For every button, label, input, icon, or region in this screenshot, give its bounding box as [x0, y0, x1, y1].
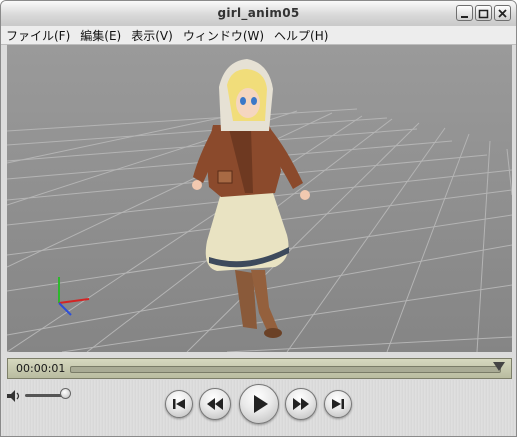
close-button[interactable]: [494, 5, 511, 21]
minimize-icon: [461, 16, 468, 18]
scene-render: [7, 45, 512, 352]
window-title: girl_anim05: [217, 6, 300, 20]
skip-to-start-icon: [173, 399, 185, 409]
close-icon: [498, 9, 507, 18]
fast-forward-icon: [293, 398, 309, 410]
menu-edit[interactable]: 編集(E): [75, 27, 126, 44]
menu-window[interactable]: ウィンドウ(W): [178, 27, 269, 44]
minimize-button[interactable]: [456, 5, 473, 21]
rewind-icon: [207, 398, 223, 410]
app-window: girl_anim05 ファイル(F) 編集(E) 表示(V) ウィンドウ(W)…: [0, 0, 517, 437]
menu-bar: ファイル(F) 編集(E) 表示(V) ウィンドウ(W) ヘルプ(H): [1, 26, 516, 45]
skip-to-end-button[interactable]: [324, 390, 352, 418]
play-icon: [254, 395, 268, 413]
skip-to-end-icon: [332, 399, 344, 409]
fast-forward-button[interactable]: [285, 388, 317, 420]
timeline-bar[interactable]: 00:00:01: [7, 358, 512, 379]
menu-help[interactable]: ヘルプ(H): [269, 27, 333, 44]
playhead-marker[interactable]: [493, 362, 505, 371]
menu-file[interactable]: ファイル(F): [1, 27, 75, 44]
rewind-button[interactable]: [199, 388, 231, 420]
play-button[interactable]: [239, 384, 279, 424]
timeline-track[interactable]: [70, 366, 501, 373]
controls-panel: [1, 380, 516, 436]
window-controls: [456, 5, 511, 21]
title-bar[interactable]: girl_anim05: [1, 1, 516, 27]
maximize-icon: [478, 9, 489, 19]
timecode-display: 00:00:01: [16, 362, 66, 375]
speaker-icon[interactable]: [6, 389, 24, 403]
3d-viewport[interactable]: [7, 45, 512, 352]
maximize-button[interactable]: [475, 5, 492, 21]
menu-view[interactable]: 表示(V): [126, 27, 178, 44]
volume-knob[interactable]: [60, 388, 71, 399]
skip-to-start-button[interactable]: [165, 390, 193, 418]
